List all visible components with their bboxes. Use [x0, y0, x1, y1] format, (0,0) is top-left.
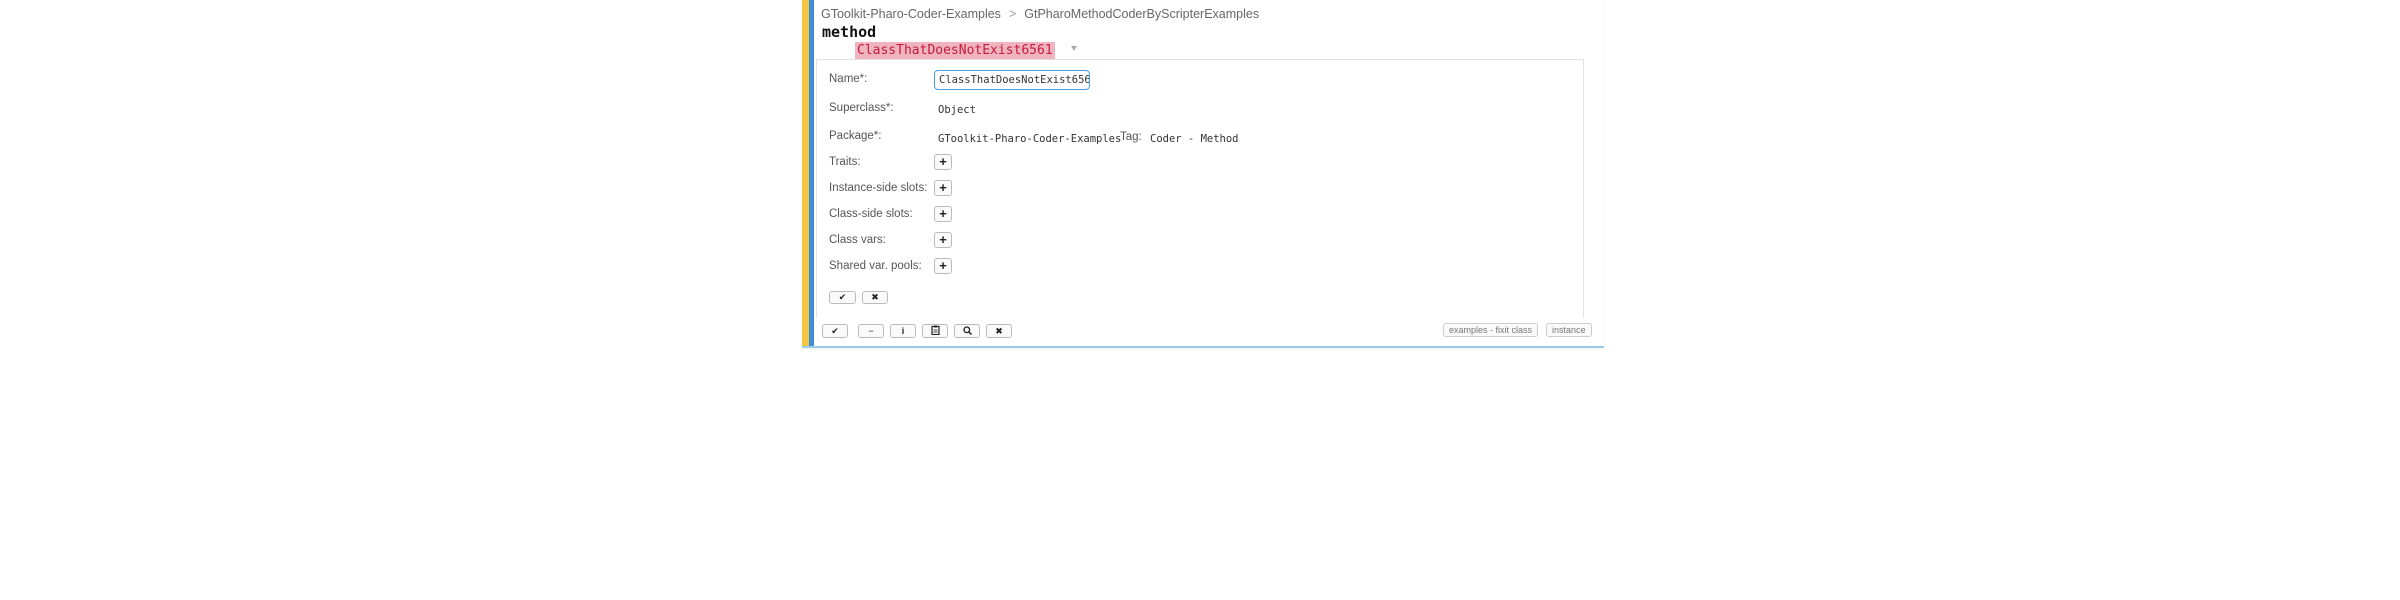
cancel-definition-button[interactable]: ✖	[862, 291, 888, 304]
search-button[interactable]	[954, 324, 980, 338]
coder-stripe-blue	[809, 0, 814, 346]
tag-examples-fixit-class[interactable]: examples - fixit class	[1443, 323, 1539, 337]
accept-button[interactable]: ✔	[822, 324, 848, 338]
remove-button[interactable]: −	[858, 324, 884, 338]
check-icon: ✔	[831, 326, 839, 336]
accept-definition-button[interactable]: ✔	[829, 291, 856, 304]
add-class-var-button[interactable]: +	[934, 232, 952, 248]
method-title[interactable]: method	[822, 23, 876, 41]
package-label: Package*:	[829, 130, 882, 142]
info-button[interactable]: i	[890, 324, 916, 338]
close-button[interactable]: ✖	[986, 324, 1012, 338]
close-icon: ✖	[871, 292, 879, 302]
shared-pools-label: Shared var. pools:	[829, 260, 922, 272]
plus-icon: +	[939, 154, 947, 169]
plus-icon: +	[939, 258, 947, 273]
superclass-label: Superclass*:	[829, 102, 894, 114]
clipboard-icon	[930, 325, 940, 336]
name-label: Name*:	[829, 73, 868, 85]
plus-icon: +	[939, 180, 947, 195]
check-icon: ✔	[838, 292, 847, 302]
add-instance-slot-button[interactable]: +	[934, 180, 952, 196]
class-name-input[interactable]	[934, 70, 1090, 90]
add-shared-pool-button[interactable]: +	[934, 258, 952, 274]
breadcrumb-class[interactable]: GtPharoMethodCoderByScripterExamples	[1024, 7, 1259, 21]
superclass-value[interactable]: Object	[938, 104, 976, 116]
minus-icon: −	[868, 326, 874, 336]
undefined-class-reference[interactable]: ClassThatDoesNotExist6561	[855, 42, 1055, 59]
traits-label: Traits:	[829, 156, 861, 168]
tag-value[interactable]: Coder - Method	[1150, 133, 1239, 145]
caret-down-icon[interactable]	[1071, 46, 1077, 51]
plus-icon: +	[939, 232, 947, 247]
package-value[interactable]: GToolkit-Pharo-Coder-Examples	[938, 133, 1121, 145]
instance-slots-label: Instance-side slots:	[829, 182, 928, 194]
breadcrumb-separator: >	[1008, 7, 1017, 21]
class-vars-label: Class vars:	[829, 234, 886, 246]
info-icon: i	[901, 326, 905, 336]
class-slots-label: Class-side slots:	[829, 208, 913, 220]
tag-label: Tag:	[1120, 131, 1142, 143]
copy-button[interactable]	[922, 324, 948, 338]
tag-instance[interactable]: instance	[1546, 323, 1592, 337]
add-trait-button[interactable]: +	[934, 154, 952, 170]
close-icon: ✖	[995, 326, 1003, 336]
coder-stripe-yellow	[802, 0, 809, 346]
add-class-slot-button[interactable]: +	[934, 206, 952, 222]
breadcrumb: GToolkit-Pharo-Coder-Examples > GtPharoMet…	[821, 7, 1259, 21]
plus-icon: +	[939, 206, 947, 221]
class-definition-panel	[816, 59, 1584, 318]
search-icon	[962, 326, 972, 336]
breadcrumb-package[interactable]: GToolkit-Pharo-Coder-Examples	[821, 7, 1001, 21]
